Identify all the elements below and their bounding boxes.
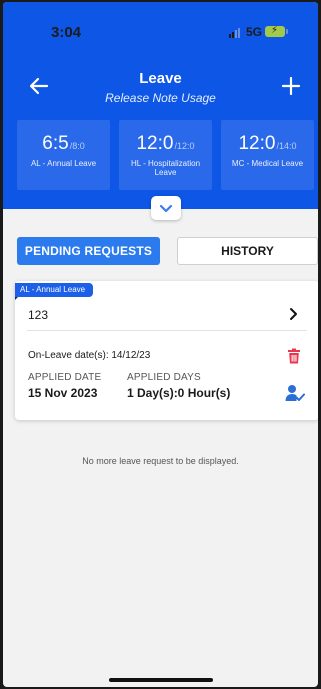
applied-days-label: APPLIED DAYS: [127, 372, 201, 383]
delete-request-button[interactable]: [287, 348, 301, 364]
balance-total: /14:0: [276, 141, 297, 151]
balance-tile-annual[interactable]: 6:5/8:0 AL - Annual Leave: [17, 120, 110, 190]
plus-icon: [281, 76, 301, 96]
status-time: 3:04: [51, 24, 82, 41]
approver-button[interactable]: [285, 384, 305, 402]
applied-date-value: 15 Nov 2023: [28, 386, 98, 400]
applied-days-value: 1 Day(s):0 Hour(s): [127, 386, 231, 400]
balance-total: /8:0: [69, 141, 85, 151]
network-type: 5G: [246, 25, 263, 39]
battery-icon: ⚡: [265, 25, 288, 37]
balance-tile-medical[interactable]: 12:0/14:0 MC - Medical Leave: [221, 120, 314, 190]
expand-balances-button[interactable]: [151, 196, 181, 220]
trash-icon: [288, 348, 300, 364]
leave-type-tag: AL - Annual Leave: [15, 283, 94, 300]
balance-label: AL - Annual Leave: [30, 159, 97, 168]
tab-history[interactable]: HISTORY: [177, 237, 318, 265]
request-tabs: PENDING REQUESTS HISTORY: [17, 237, 318, 265]
balance-value: 6:5: [42, 133, 69, 154]
home-indicator[interactable]: [109, 678, 213, 682]
card-divider: [27, 330, 307, 331]
applied-date-label: APPLIED DATE: [28, 372, 102, 383]
balance-tile-hospitalization[interactable]: 12:0/12:0 HL - Hospitalization Leave: [119, 120, 212, 190]
page-subtitle: Release Note Usage: [105, 91, 216, 105]
chevron-down-icon: [159, 204, 173, 213]
leave-request-card[interactable]: AL - Annual Leave 123 On-Leave date(s): …: [15, 281, 318, 420]
balance-label: HL - Hospitalization Leave: [130, 159, 201, 177]
balance-value: 12:0: [238, 133, 276, 154]
signal-icon: [229, 28, 240, 38]
charging-bolt-icon: ⚡: [271, 25, 279, 36]
chevron-right-icon: [290, 308, 297, 320]
balance-total: /12:0: [174, 141, 195, 151]
no-more-requests-message: No more leave request to be displayed.: [82, 456, 239, 466]
balance-value: 12:0: [136, 133, 174, 154]
request-reference: 123: [28, 308, 49, 322]
add-leave-button[interactable]: [279, 74, 303, 98]
on-leave-dates: On-Leave date(s): 14/12/23: [28, 350, 151, 361]
balance-label: MC - Medical Leave: [231, 159, 304, 168]
tab-pending-requests[interactable]: PENDING REQUESTS: [17, 237, 160, 265]
leave-balances: 6:5/8:0 AL - Annual Leave 12:0/12:0 HL -…: [17, 120, 318, 190]
page-title: Leave: [139, 70, 182, 87]
user-check-icon: [285, 385, 305, 401]
open-request-button[interactable]: [287, 306, 301, 322]
status-bar: 3:04 5G ⚡: [3, 2, 318, 56]
app-screen: 3:04 5G ⚡ Leave Release Note Usage 6:5/8…: [3, 2, 318, 687]
